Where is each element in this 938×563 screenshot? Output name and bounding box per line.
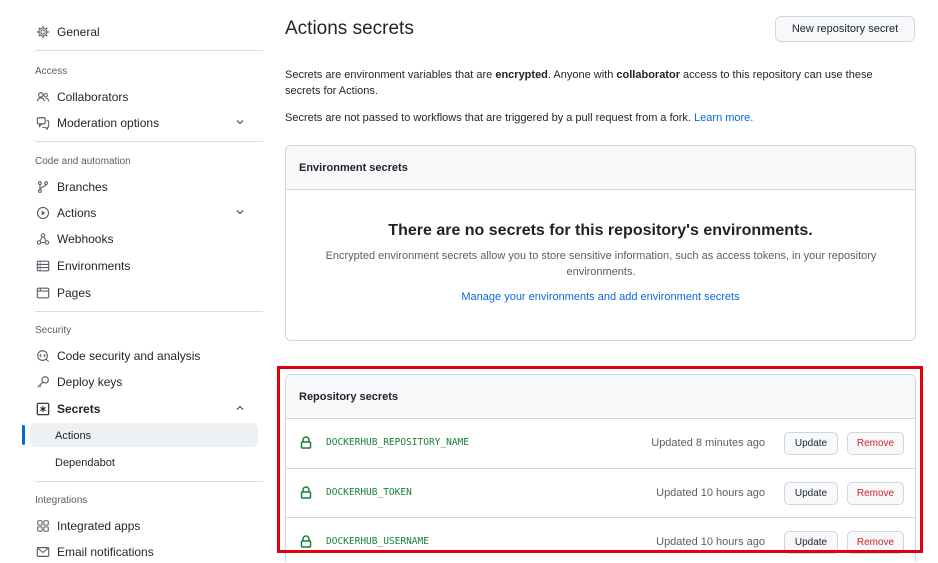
secret-updated-time: Updated 10 hours ago [656,536,765,548]
chevron-down-icon[interactable] [234,116,246,128]
intro-text-part: Secrets are environment variables that a… [285,69,496,81]
sidebar-heading-code: Code and automation [35,156,131,167]
sidebar-item-label: Pages [57,286,92,300]
new-repository-secret-button[interactable]: New repository secret [775,16,915,42]
sidebar-item-general[interactable]: General [35,21,250,43]
settings-sidebar: General Access Collaborators Moderation … [0,0,266,562]
comment-discussion-icon [35,115,51,131]
sidebar-item-label: Code security and analysis [57,349,201,363]
sidebar-item-label: Deploy keys [57,375,123,389]
remove-secret-button[interactable]: Remove [847,531,904,554]
secret-name: DOCKERHUB_USERNAME [326,536,429,547]
sidebar-divider [35,141,263,142]
intro-text: Secrets are environment variables that a… [285,67,905,99]
sidebar-item-label: Branches [57,180,108,194]
secret-row: DOCKERHUB_USERNAME Updated 10 hours ago … [286,517,915,562]
sidebar-item-moderation[interactable]: Moderation options [35,112,250,134]
people-icon [35,89,51,105]
sidebar-item-deploy-keys[interactable]: Deploy keys [35,371,250,393]
secret-updated-time: Updated 8 minutes ago [651,437,765,449]
secret-name: DOCKERHUB_TOKEN [326,487,412,498]
gear-icon [35,24,51,40]
manage-environments-link[interactable]: Manage your environments and add environ… [286,291,915,303]
secret-row: DOCKERHUB_REPOSITORY_NAME Updated 8 minu… [286,419,915,468]
asterisk-box-icon [35,401,51,417]
sidebar-item-label: General [57,25,100,39]
empty-state-description: Encrypted environment secrets allow you … [325,250,877,278]
sidebar-subitem-actions[interactable]: Actions [55,430,91,442]
secret-name: DOCKERHUB_REPOSITORY_NAME [326,437,469,448]
sidebar-item-label: Collaborators [57,90,129,104]
environment-secrets-header: Environment secrets [286,146,915,190]
sidebar-item-branches[interactable]: Branches [35,176,250,198]
git-branch-icon [35,179,51,195]
mail-icon [35,544,51,560]
sidebar-divider [35,311,263,312]
sidebar-item-email-notifications[interactable]: Email notifications [35,541,250,563]
remove-secret-button[interactable]: Remove [847,482,904,505]
sidebar-divider [35,481,263,482]
chevron-down-icon[interactable] [234,206,246,218]
update-secret-button[interactable]: Update [784,432,838,455]
sidebar-item-code-security[interactable]: Code security and analysis [35,345,250,367]
sidebar-item-label: Webhooks [57,232,114,246]
sidebar-item-label: Actions [57,206,97,220]
key-icon [35,374,51,390]
update-secret-button[interactable]: Update [784,531,838,554]
webhook-icon [35,231,51,247]
repository-secrets-header: Repository secrets [286,375,915,419]
sidebar-heading-security: Security [35,325,72,336]
sidebar-item-pages[interactable]: Pages [35,282,250,304]
sidebar-item-webhooks[interactable]: Webhooks [35,228,250,250]
intro-text-emphasis: encrypted [495,69,548,81]
environment-secrets-panel: Environment secrets There are no secrets… [285,145,916,341]
apps-icon [35,518,51,534]
sidebar-heading-integrations: Integrations [35,495,88,506]
play-icon [35,205,51,221]
repository-secrets-panel: Repository secrets DOCKERHUB_REPOSITORY_… [285,374,916,562]
sidebar-item-label: Environments [57,259,131,273]
sidebar-item-label: Integrated apps [57,519,141,533]
intro-text-emphasis: collaborator [616,69,680,81]
sidebar-item-label: Email notifications [57,545,154,559]
secret-row: DOCKERHUB_TOKEN Updated 10 hours ago Upd… [286,468,915,517]
update-secret-button[interactable]: Update [784,482,838,505]
codescan-icon [35,348,51,364]
sidebar-subitem-dependabot[interactable]: Dependabot [55,457,115,469]
fork-note-text: Secrets are not passed to workflows that… [285,112,691,124]
chevron-up-icon[interactable] [234,402,246,414]
lock-icon [300,486,312,499]
lock-icon [300,436,312,449]
lock-icon [300,535,312,548]
sidebar-active-indicator [22,425,25,445]
remove-secret-button[interactable]: Remove [847,432,904,455]
sidebar-item-label: Moderation options [57,116,160,130]
empty-state-title: There are no secrets for this repository… [388,222,813,239]
server-icon [35,258,51,274]
sidebar-item-integrated-apps[interactable]: Integrated apps [35,515,250,537]
sidebar-item-collaborators[interactable]: Collaborators [35,86,250,108]
sidebar-item-environments[interactable]: Environments [35,255,250,277]
page-title: Actions secrets [285,18,414,39]
intro-text-part: . Anyone with [547,69,617,81]
browser-icon [35,285,51,301]
sidebar-divider [35,50,263,51]
sidebar-item-label: Secrets [57,402,101,416]
fork-note: Secrets are not passed to workflows that… [285,110,905,126]
sidebar-item-secrets[interactable]: Secrets [35,398,250,420]
learn-more-link[interactable]: Learn more. [694,112,753,124]
secret-updated-time: Updated 10 hours ago [656,487,765,499]
sidebar-item-actions[interactable]: Actions [35,202,250,224]
sidebar-heading-access: Access [35,66,68,77]
